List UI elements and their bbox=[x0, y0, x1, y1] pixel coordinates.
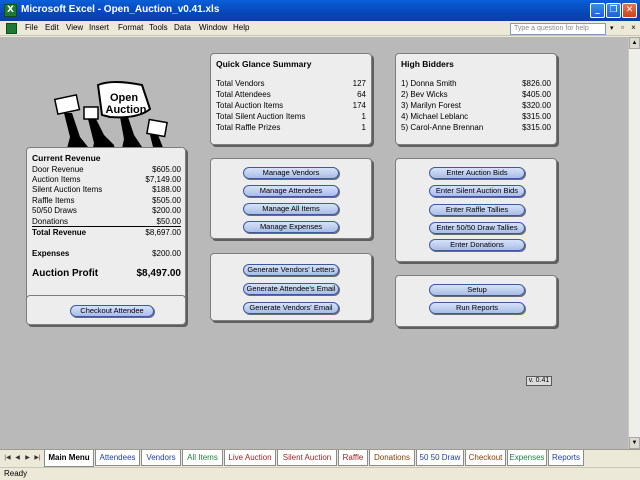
sheet-tab[interactable]: 50 50 Draw bbox=[416, 450, 464, 466]
current-revenue-title: Current Revenue bbox=[32, 153, 101, 163]
help-search-input[interactable]: Type a question for help bbox=[510, 23, 606, 35]
menu-data[interactable]: Data bbox=[174, 23, 191, 32]
scroll-down-icon[interactable]: ▼ bbox=[629, 437, 640, 449]
sheet-tab[interactable]: Main Menu bbox=[44, 450, 94, 467]
setup-button[interactable]: Setup bbox=[429, 284, 525, 296]
menu-window[interactable]: Window bbox=[199, 23, 227, 32]
current-revenue-panel: Current Revenue Door Revenue $605.00 Auct… bbox=[26, 147, 186, 319]
checkout-panel: Checkout Attendee bbox=[26, 295, 186, 325]
vertical-scrollbar[interactable]: ▲ ▼ bbox=[628, 37, 640, 449]
enter-raffle-tallies-button[interactable]: Enter Raffle Tallies bbox=[429, 204, 525, 216]
manage-expenses-button[interactable]: Manage Expenses bbox=[243, 221, 339, 233]
sheet-tab[interactable]: Expenses bbox=[507, 450, 547, 466]
sheet-tab[interactable]: Reports bbox=[548, 450, 584, 466]
workbook-icon[interactable] bbox=[6, 23, 17, 34]
menu-edit[interactable]: Edit bbox=[45, 23, 59, 32]
close-workbook-icon[interactable]: × bbox=[629, 23, 638, 33]
sheet-tab[interactable]: All Items bbox=[182, 450, 223, 466]
enter-5050-draw-tallies-button[interactable]: Enter 50/50 Draw Tallies bbox=[429, 222, 525, 234]
sheet-tab[interactable]: Checkout bbox=[465, 450, 506, 466]
quick-glance-panel: Quick Glance Summary Total Vendors 127 To… bbox=[210, 53, 372, 145]
run-reports-button[interactable]: Run Reports bbox=[429, 302, 525, 314]
enter-auction-bids-button[interactable]: Enter Auction Bids bbox=[429, 167, 525, 179]
checkout-attendee-button[interactable]: Checkout Attendee bbox=[70, 305, 154, 317]
quick-glance-title: Quick Glance Summary bbox=[216, 59, 312, 69]
excel-icon[interactable]: X bbox=[4, 4, 17, 17]
generate-vendors-letters-button[interactable]: Generate Vendors' Letters bbox=[243, 264, 339, 276]
sheet-tab-strip: |◀ ◀ ▶ ▶| Main Menu Attendees Vendors All I… bbox=[0, 449, 640, 467]
scroll-up-icon[interactable]: ▲ bbox=[629, 37, 640, 49]
revenue-row: Donations $50.00 bbox=[32, 217, 181, 227]
manage-attendees-button[interactable]: Manage Attendees bbox=[243, 185, 339, 197]
window-title: Microsoft Excel - Open_Auction_v0.41.xls bbox=[21, 4, 220, 15]
menu-format[interactable]: Format bbox=[118, 23, 143, 32]
generate-vendors-email-button[interactable]: Generate Vendors' Email bbox=[243, 302, 339, 314]
menu-insert[interactable]: Insert bbox=[89, 23, 109, 32]
chevron-down-icon[interactable]: ▾ bbox=[610, 24, 614, 32]
high-bidders-panel: High Bidders 1) Donna Smith $826.00 2) Be… bbox=[395, 53, 557, 145]
version-badge: v. 0.41 bbox=[526, 376, 552, 386]
logo-text-open: Open bbox=[110, 92, 138, 104]
menu-tools[interactable]: Tools bbox=[149, 23, 168, 32]
status-bar: Ready bbox=[0, 467, 640, 480]
last-sheet-icon[interactable]: ▶| bbox=[33, 453, 42, 463]
logo-text-auction: Auction bbox=[106, 104, 147, 116]
sheet-tab[interactable]: Raffle bbox=[338, 450, 368, 466]
menu-file[interactable]: File bbox=[25, 23, 38, 32]
sheet-tab[interactable]: Attendees bbox=[95, 450, 140, 466]
sheet-tab[interactable]: Vendors bbox=[141, 450, 181, 466]
sheet-tab[interactable]: Donations bbox=[369, 450, 415, 466]
close-button[interactable]: ✕ bbox=[622, 3, 637, 18]
sheet-tab[interactable]: Silent Auction bbox=[277, 450, 337, 466]
enter-donations-button[interactable]: Enter Donations bbox=[429, 239, 525, 251]
menu-bar: File Edit View Insert Format Tools Data … bbox=[0, 21, 640, 36]
title-bar: X Microsoft Excel - Open_Auction_v0.41.x… bbox=[0, 0, 640, 21]
manage-panel: Manage Vendors Manage Attendees Manage A… bbox=[210, 158, 372, 239]
enter-silent-auction-bids-button[interactable]: Enter Silent Auction Bids bbox=[429, 185, 525, 197]
maximize-button[interactable]: ❐ bbox=[606, 3, 621, 18]
menu-help[interactable]: Help bbox=[233, 23, 249, 32]
status-text: Ready bbox=[4, 469, 28, 478]
restore-window-icon[interactable]: ▫ bbox=[618, 23, 627, 33]
generate-attendees-email-button[interactable]: Generate Attendee's Email bbox=[243, 283, 339, 295]
minimize-button[interactable]: _ bbox=[590, 3, 605, 18]
worksheet-area[interactable]: Open Auction Current Revenue Door Revenu… bbox=[0, 37, 640, 449]
enter-panel: Enter Auction Bids Enter Silent Auction … bbox=[395, 158, 557, 262]
prev-sheet-icon[interactable]: ◀ bbox=[13, 453, 22, 463]
sheet-tab[interactable]: Live Auction bbox=[224, 450, 276, 466]
high-bidders-title: High Bidders bbox=[401, 59, 454, 69]
next-sheet-icon[interactable]: ▶ bbox=[23, 453, 32, 463]
manage-all-items-button[interactable]: Manage All Items bbox=[243, 203, 339, 215]
manage-vendors-button[interactable]: Manage Vendors bbox=[243, 167, 339, 179]
first-sheet-icon[interactable]: |◀ bbox=[3, 453, 12, 463]
setup-panel: Setup Run Reports bbox=[395, 275, 557, 327]
generate-panel: Generate Vendors' Letters Generate Atten… bbox=[210, 253, 372, 321]
menu-view[interactable]: View bbox=[66, 23, 83, 32]
